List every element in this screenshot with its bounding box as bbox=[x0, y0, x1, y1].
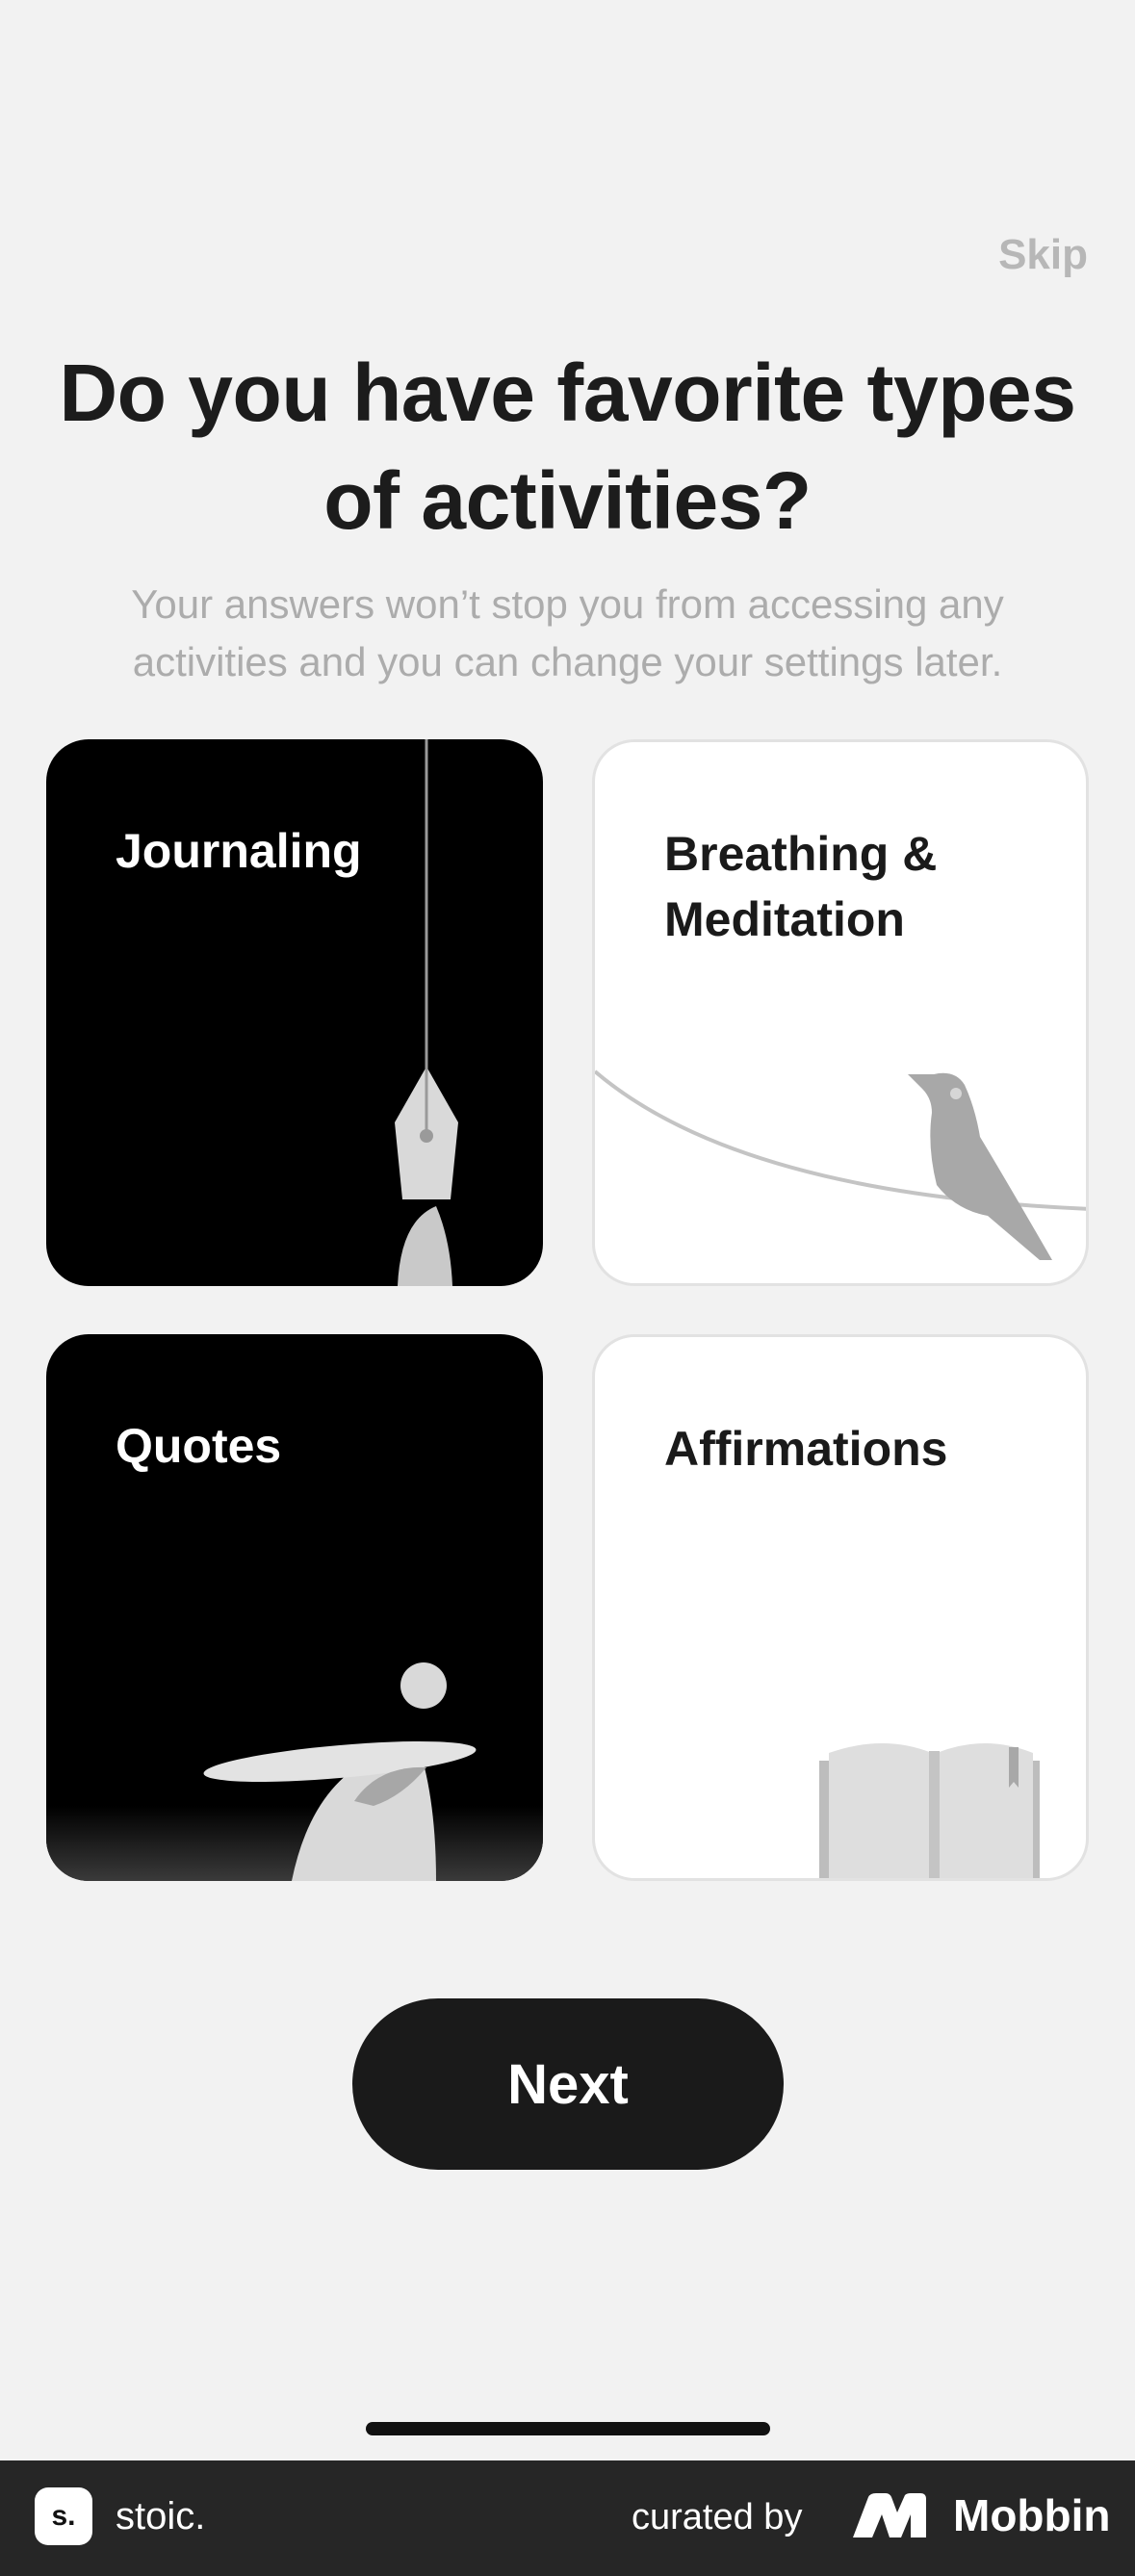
activity-card-label: Affirmations bbox=[664, 1422, 948, 1476]
activity-card-quotes[interactable]: Quotes bbox=[46, 1334, 543, 1881]
activity-card-journaling[interactable]: Journaling bbox=[46, 739, 543, 1286]
activity-card-label: Quotes bbox=[116, 1419, 282, 1473]
page-title: Do you have favorite types of activities… bbox=[59, 348, 1077, 546]
mobbin-logo-icon bbox=[853, 2493, 926, 2537]
activity-card-label: Breathing & Meditation bbox=[664, 827, 938, 946]
activity-card-breathing-meditation[interactable]: Breathing & Meditation bbox=[592, 739, 1089, 1286]
stoic-logo-icon: s. bbox=[35, 2487, 92, 2545]
page-subtitle: Your answers won’t stop you from accessi… bbox=[131, 581, 1004, 684]
activity-card-label: Journaling bbox=[116, 824, 362, 878]
activity-card-affirmations[interactable]: Affirmations bbox=[592, 1334, 1089, 1881]
curator-name: Mobbin bbox=[953, 2490, 1111, 2540]
footer-bar: s. stoic. curated by Mobbin bbox=[0, 2460, 1135, 2576]
brand-name: stoic. bbox=[116, 2495, 206, 2537]
home-indicator bbox=[366, 2422, 770, 2435]
next-button[interactable]: Next bbox=[352, 1998, 784, 2170]
curated-by-label: curated by bbox=[632, 2497, 803, 2537]
skip-button[interactable]: Skip bbox=[998, 231, 1088, 279]
